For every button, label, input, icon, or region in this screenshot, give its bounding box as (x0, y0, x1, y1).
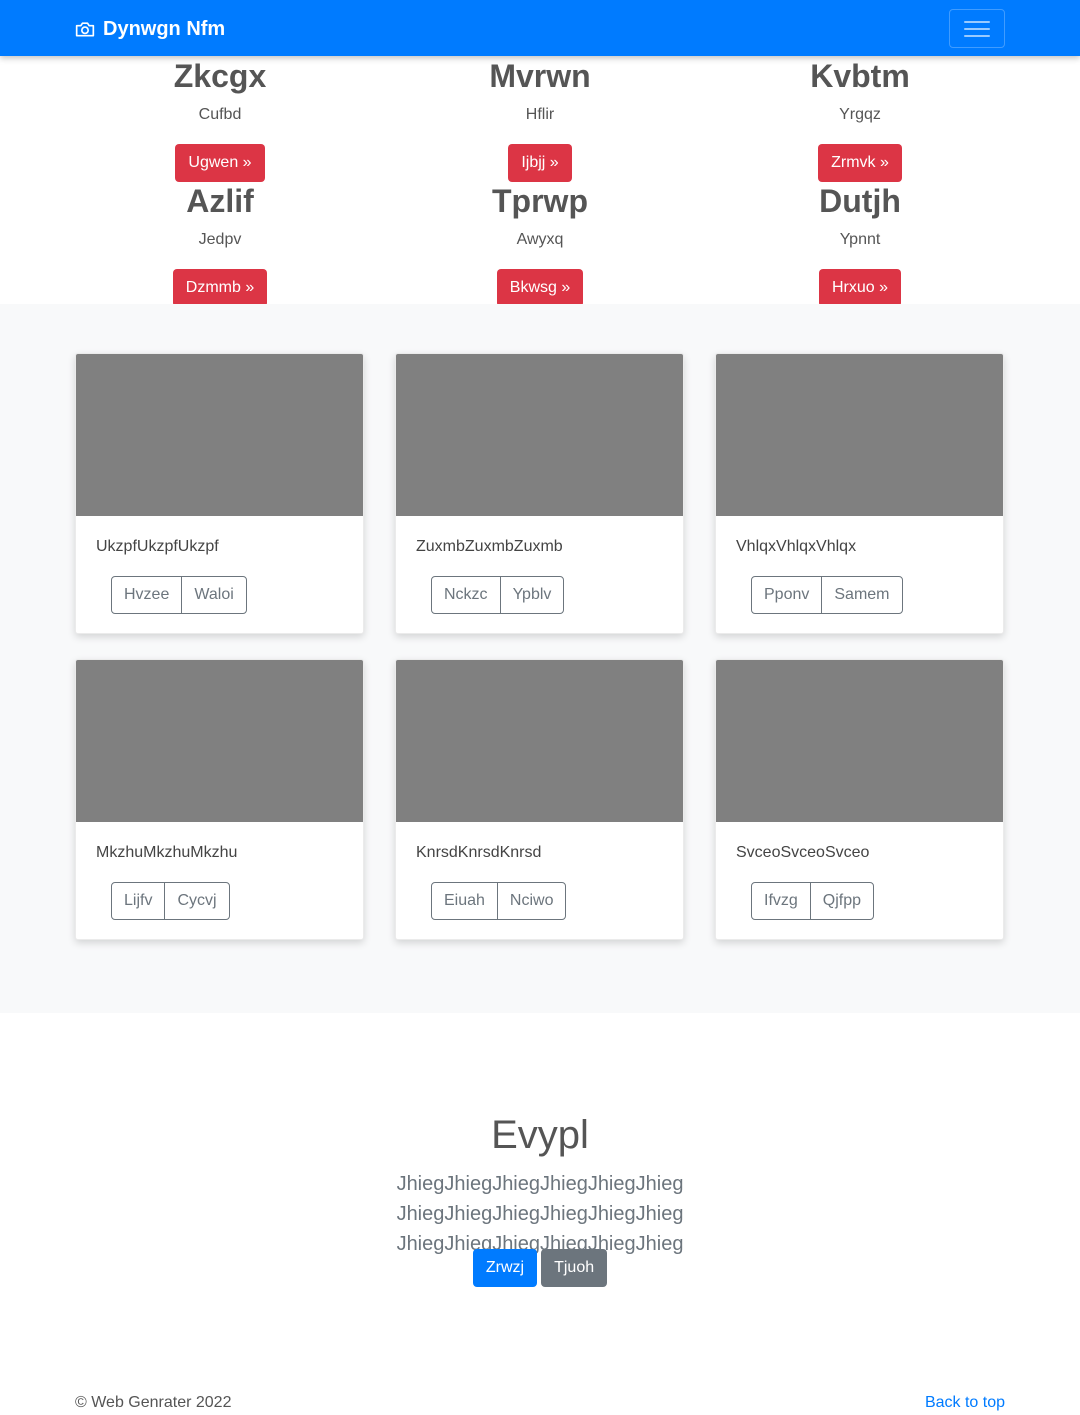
footer-copyright: © Web Genrater 2022 (75, 1394, 232, 1411)
card-image-placeholder (76, 660, 363, 822)
secondary-button[interactable]: Tjuoh (541, 1249, 608, 1287)
feature-title: Azlif (186, 183, 254, 219)
card-button-view[interactable]: Pponv (752, 577, 821, 613)
navbar-toggle-button[interactable] (949, 9, 1005, 48)
card-image-placeholder (396, 660, 683, 822)
feature-title: Zkcgx (173, 58, 267, 94)
feature-title: Kvbtm (810, 58, 910, 94)
album-card: UkzpfUkzpfUkzpf Hvzee Waloi (75, 353, 364, 634)
card-text: SvceoSvceoSvceo (736, 844, 870, 861)
card-button-group: Nckzc Ypblv (431, 576, 565, 614)
feature-text: Hflir (525, 106, 555, 123)
card-button-edit[interactable]: Waloi (181, 577, 245, 613)
album-card: MkzhuMkzhuMkzhu Lijfv Cycvj (75, 659, 364, 940)
feature-button[interactable]: Ijbjj » (508, 144, 572, 182)
card-text: KnrsdKnrsdKnrsd (416, 844, 542, 861)
feature-text: Cufbd (198, 106, 242, 123)
card-button-edit[interactable]: Ypblv (499, 577, 564, 613)
card-button-group: Lijfv Cycvj (111, 882, 230, 920)
feature-item: Kvbtm Yrgqz Zrmvk » (700, 56, 1020, 182)
album-card: SvceoSvceoSvceo Ifvzg Qjfpp (715, 659, 1004, 940)
card-button-view[interactable]: Lijfv (112, 883, 164, 919)
album-card: KnrsdKnrsdKnrsd Eiuah Nciwo (395, 659, 684, 940)
feature-button[interactable]: Ugwen » (175, 144, 265, 182)
camera-icon (75, 22, 95, 37)
card-text: VhlqxVhlqxVhlqx (736, 538, 857, 555)
card-button-view[interactable]: Eiuah (432, 883, 497, 919)
card-image-placeholder (396, 354, 683, 516)
card-button-edit[interactable]: Cycvj (164, 883, 228, 919)
card-text: ZuxmbZuxmbZuxmb (416, 538, 563, 555)
feature-text: Jedpv (198, 231, 242, 248)
card-image-placeholder (716, 354, 1003, 516)
album-card: ZuxmbZuxmbZuxmb Nckzc Ypblv (395, 353, 684, 634)
feature-title: Tprwp (492, 183, 588, 219)
primary-button[interactable]: Zrwzj (472, 1249, 538, 1287)
album-section: UkzpfUkzpfUkzpf Hvzee Waloi ZuxmbZuxmbZu… (0, 304, 1080, 1013)
feature-text: Awyxq (516, 231, 564, 248)
feature-item: Mvrwn Hflir Ijbjj » (380, 56, 700, 182)
jumbotron-buttons: Zrwzj Tjuoh (0, 1249, 1080, 1287)
feature-button[interactable]: Bkwsg » (496, 269, 584, 307)
card-button-view[interactable]: Nckzc (432, 577, 500, 613)
feature-text: Yrgqz (839, 106, 881, 123)
card-text: MkzhuMkzhuMkzhu (96, 844, 238, 861)
navbar: Dynwgn Nfm (0, 0, 1080, 56)
card-button-edit[interactable]: Samem (821, 577, 901, 613)
features-section: Zkcgx Cufbd Ugwen » Mvrwn Hflir Ijbjj » … (0, 56, 1080, 307)
feature-title: Dutjh (819, 183, 901, 219)
footer: © Web Genrater 2022 Back to top (0, 1390, 1080, 1415)
back-to-top-link[interactable]: Back to top (925, 1394, 1005, 1412)
card-image-placeholder (76, 354, 363, 516)
feature-button[interactable]: Hrxuo » (818, 269, 902, 307)
feature-button[interactable]: Zrmvk » (818, 144, 902, 182)
feature-text: Ypnnt (839, 231, 881, 248)
card-button-group: Pponv Samem (751, 576, 903, 614)
card-button-group: Eiuah Nciwo (431, 882, 567, 920)
album-card: VhlqxVhlqxVhlqx Pponv Samem (715, 353, 1004, 634)
card-button-group: Ifvzg Qjfpp (751, 882, 875, 920)
feature-item: Zkcgx Cufbd Ugwen » (60, 56, 380, 182)
card-image-placeholder (716, 660, 1003, 822)
hamburger-menu-icon (964, 21, 990, 23)
card-button-group: Hvzee Waloi (111, 576, 247, 614)
card-button-view[interactable]: Hvzee (112, 577, 181, 613)
feature-item: Azlif Jedpv Dzmmb » (60, 181, 380, 307)
feature-item: Tprwp Awyxq Bkwsg » (380, 181, 700, 307)
jumbotron-lead: JhiegJhiegJhiegJhiegJhiegJhieg JhiegJhie… (396, 1173, 684, 1255)
jumbotron-section: Evypl JhiegJhiegJhiegJhiegJhiegJhieg Jhi… (0, 1013, 1080, 1343)
feature-item: Dutjh Ypnnt Hrxuo » (700, 181, 1020, 307)
feature-button[interactable]: Dzmmb » (172, 269, 268, 307)
feature-title: Mvrwn (489, 58, 591, 94)
card-button-view[interactable]: Ifvzg (752, 883, 810, 919)
card-text: UkzpfUkzpfUkzpf (96, 538, 219, 555)
brand-name: Dynwgn Nfm (103, 17, 226, 40)
navbar-brand[interactable]: Dynwgn Nfm (75, 15, 225, 43)
jumbotron-title: Evypl (491, 1113, 589, 1157)
card-button-edit[interactable]: Nciwo (496, 883, 566, 919)
card-button-edit[interactable]: Qjfpp (809, 883, 873, 919)
